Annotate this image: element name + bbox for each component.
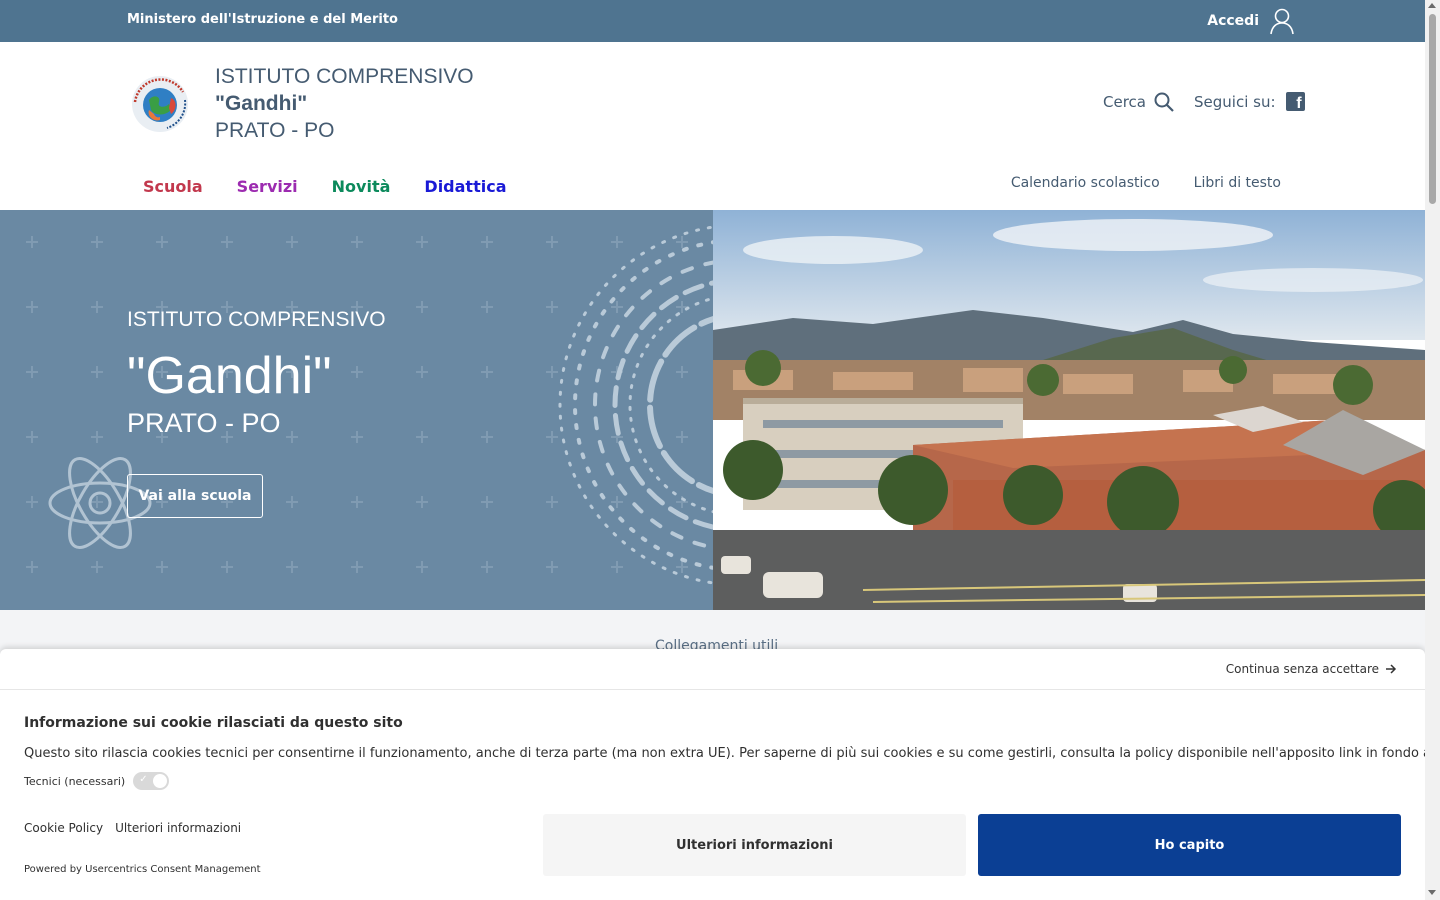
toggle-knob	[153, 774, 168, 788]
cookie-banner-top: Continua senza accettare	[0, 649, 1425, 690]
ministry-link[interactable]: Ministero dell'Istruzione e del Merito	[127, 12, 398, 27]
search-icon	[1154, 92, 1174, 112]
login-label: Accedi	[1207, 13, 1259, 29]
hero-pattern	[0, 210, 713, 610]
check-icon: ✓	[139, 774, 148, 785]
technical-cookies-label: Tecnici (necessari)	[24, 774, 126, 788]
continue-without-accepting[interactable]: Continua senza accettare	[1226, 662, 1397, 676]
more-info-link[interactable]: Ulteriori informazioni	[115, 821, 241, 835]
brand[interactable]: ISTITUTO COMPRENSIVO "Gandhi" PRATO - PO	[215, 63, 474, 144]
cookie-description: Questo sito rilascia cookies tecnici per…	[24, 746, 1425, 761]
technical-cookies-row: Tecnici (necessari) ✓	[24, 772, 170, 790]
cookie-links: Cookie Policy Ulteriori informazioni	[24, 821, 241, 835]
page: Ministero dell'Istruzione e del Merito A…	[0, 0, 1425, 900]
secondary-nav: Calendario scolastico Libri di testo	[1011, 175, 1281, 191]
social-label: Seguici su:	[1194, 92, 1276, 111]
hero-title: "Gandhi"	[127, 347, 332, 405]
brand-type: ISTITUTO COMPRENSIVO	[215, 65, 474, 88]
hero: ISTITUTO COMPRENSIVO "Gandhi" PRATO - PO…	[0, 210, 1425, 610]
search-label: Cerca	[1103, 93, 1146, 111]
scrollbar[interactable]	[1425, 0, 1440, 900]
site-header: ISTITUTO COMPRENSIVO "Gandhi" PRATO - PO…	[0, 42, 1425, 210]
nav-item-servizi[interactable]: Servizi	[237, 177, 298, 196]
nav-item-calendario[interactable]: Calendario scolastico	[1011, 175, 1160, 191]
brand-place: PRATO - PO	[215, 119, 335, 142]
brand-name: "Gandhi"	[215, 92, 308, 115]
powered-by: Powered by Usercentrics Consent Manageme…	[24, 864, 261, 875]
hero-panel: ISTITUTO COMPRENSIVO "Gandhi" PRATO - PO…	[0, 210, 713, 610]
scroll-up-icon[interactable]	[1428, 3, 1436, 8]
top-bar: Ministero dell'Istruzione e del Merito A…	[0, 0, 1425, 42]
arrow-right-icon	[1386, 664, 1397, 674]
scrollbar-thumb[interactable]	[1429, 14, 1436, 204]
nav-item-libri[interactable]: Libri di testo	[1194, 175, 1281, 191]
cookie-title: Informazione sui cookie rilasciati da qu…	[24, 715, 403, 731]
school-logo[interactable]	[127, 70, 193, 136]
nav-item-didattica[interactable]: Didattica	[424, 177, 506, 196]
facebook-icon[interactable]: f	[1285, 92, 1305, 112]
school-photo	[713, 210, 1425, 610]
accept-button[interactable]: Ho capito	[978, 814, 1401, 876]
technical-cookies-toggle: ✓	[133, 772, 170, 790]
cookie-banner: Continua senza accettare Informazione su…	[0, 649, 1425, 900]
nav-item-novita[interactable]: Novità	[332, 177, 391, 196]
scroll-down-icon[interactable]	[1428, 890, 1436, 895]
social-links: Seguici su: f	[1194, 92, 1305, 112]
login-button[interactable]: Accedi	[1207, 7, 1295, 35]
search-button[interactable]: Cerca	[1103, 92, 1174, 112]
go-to-school-button[interactable]: Vai alla scuola	[127, 474, 263, 518]
user-icon	[1270, 8, 1294, 35]
nav-item-scuola[interactable]: Scuola	[143, 177, 203, 196]
continue-label: Continua senza accettare	[1225, 662, 1379, 676]
hero-photo	[713, 210, 1425, 610]
cookie-policy-link[interactable]: Cookie Policy	[24, 821, 103, 835]
hero-kicker: ISTITUTO COMPRENSIVO	[127, 308, 386, 331]
more-info-button[interactable]: Ulteriori informazioni	[543, 814, 966, 876]
main-nav: Scuola Servizi Novità Didattica	[143, 177, 506, 196]
hero-place: PRATO - PO	[127, 408, 281, 438]
